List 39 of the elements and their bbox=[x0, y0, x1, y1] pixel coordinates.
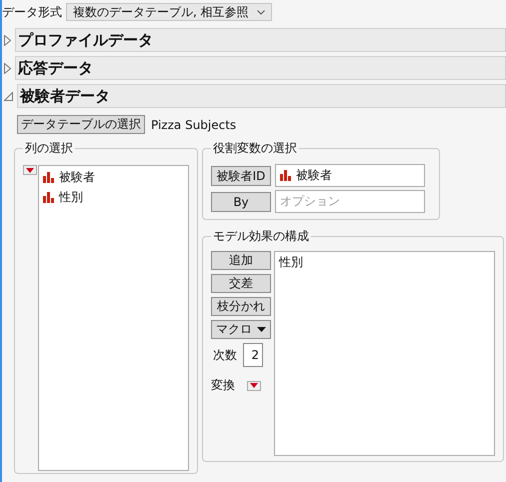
field-placeholder: オプション bbox=[280, 193, 340, 210]
caret-icon bbox=[26, 168, 34, 172]
role-button[interactable]: 被験者ID bbox=[211, 166, 271, 186]
bar-chart-icon bbox=[280, 170, 291, 181]
degree-field[interactable]: 2 bbox=[243, 343, 263, 367]
caret-icon bbox=[250, 383, 258, 388]
field-label: 変換 bbox=[211, 377, 235, 394]
effect-button[interactable]: 交差 bbox=[211, 274, 271, 293]
table-name: Pizza Subjects bbox=[151, 118, 236, 132]
section-header[interactable]: 被験者データ bbox=[17, 84, 506, 108]
effects-list[interactable]: 性別 bbox=[274, 251, 495, 456]
group-title: 役割変数の選択 bbox=[212, 140, 298, 157]
role-button[interactable]: By bbox=[211, 192, 271, 212]
column-list[interactable]: 被験者 性別 bbox=[38, 165, 189, 471]
menu-button[interactable] bbox=[247, 380, 261, 390]
bar-chart-icon bbox=[43, 192, 54, 202]
field-label: データ形式 bbox=[2, 4, 62, 20]
menu-button[interactable] bbox=[23, 165, 37, 175]
column-item[interactable]: 性別 bbox=[59, 188, 83, 206]
effect-button[interactable]: 枝分かれ bbox=[211, 297, 271, 316]
role-field[interactable]: 被験者 bbox=[275, 164, 425, 187]
chevron-icon bbox=[256, 10, 265, 14]
group-title: モデル効果の構成 bbox=[212, 228, 310, 245]
data-format-dropdown[interactable]: 複数のデータテーブル, 相互参照 bbox=[66, 3, 272, 21]
expand-triangle-icon[interactable] bbox=[4, 34, 11, 46]
section-header[interactable]: 応答データ bbox=[15, 56, 506, 80]
group-title: 列の選択 bbox=[24, 140, 74, 157]
collapse-triangle-icon[interactable] bbox=[4, 92, 13, 100]
section-header[interactable]: プロファイルデータ bbox=[15, 28, 506, 52]
effect-button[interactable]: マクロ bbox=[211, 320, 271, 339]
field-value: 被験者 bbox=[296, 167, 332, 184]
column-item[interactable]: 被験者 bbox=[59, 168, 95, 186]
caret-icon bbox=[257, 327, 266, 332]
bar-chart-icon bbox=[43, 172, 54, 182]
effect-item[interactable]: 性別 bbox=[279, 254, 490, 271]
effect-button[interactable]: 追加 bbox=[211, 251, 271, 270]
select-table-button[interactable]: データテーブルの選択 bbox=[17, 115, 145, 134]
field-label: 次数 bbox=[213, 346, 237, 364]
expand-triangle-icon[interactable] bbox=[4, 62, 11, 74]
